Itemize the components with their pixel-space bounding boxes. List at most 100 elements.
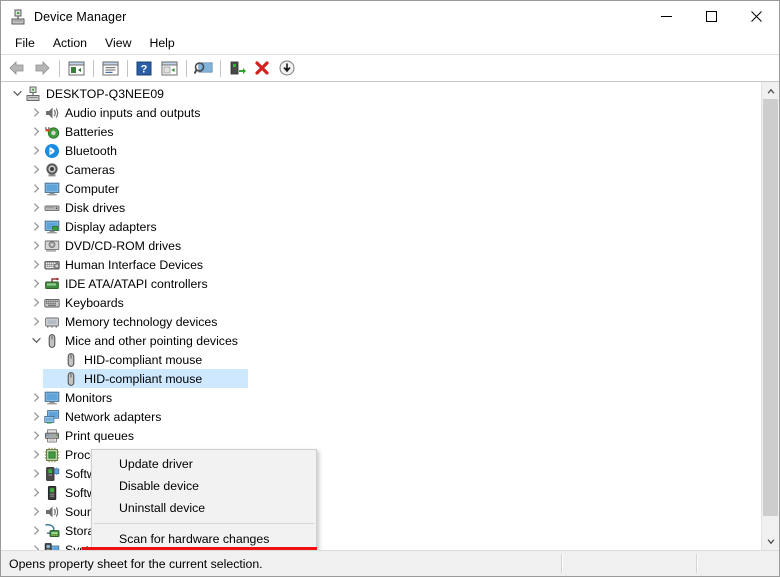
menu-bar: File Action View Help [1,32,779,55]
context-menu-item-disable-device[interactable]: Disable device [92,475,316,497]
mouse-icon [63,352,79,368]
status-divider-1 [561,554,563,573]
mouse-icon [63,371,79,387]
dvd-drive-icon [44,238,60,254]
tree-item-label: Mice and other pointing devices [65,333,238,348]
tree-item[interactable]: Batteries [1,122,761,141]
tree-item-label: Batteries [65,124,114,139]
chevron-right-icon[interactable] [28,146,44,155]
context-menu-item-scan-for-hardware-changes[interactable]: Scan for hardware changes [92,528,316,550]
tree-item[interactable]: Display adapters [1,217,761,236]
chevron-right-icon[interactable] [28,165,44,174]
scrollbar-track[interactable] [762,99,779,533]
tree-item[interactable]: Network adapters [1,407,761,426]
chevron-right-icon[interactable] [28,184,44,193]
chevron-right-icon[interactable] [28,450,44,459]
tree-item[interactable]: Memory technology devices [1,312,761,331]
properties-icon[interactable] [98,57,122,79]
chevron-right-icon[interactable] [28,241,44,250]
tree-item-label: Cameras [65,162,115,177]
chevron-right-icon[interactable] [28,431,44,440]
tree-item[interactable]: HID-compliant mouse [1,369,761,388]
maximize-button[interactable] [689,1,734,32]
tree-item[interactable]: Keyboards [1,293,761,312]
minimize-button[interactable] [644,1,689,32]
status-divider-2 [696,554,698,573]
menu-action[interactable]: Action [44,33,96,53]
chevron-down-icon[interactable] [9,89,25,98]
mouse-icon [44,333,60,349]
tree-item[interactable]: HID-compliant mouse [1,350,761,369]
tree-item[interactable]: Disk drives [1,198,761,217]
battery-icon [44,124,60,140]
chevron-right-icon[interactable] [28,412,44,421]
chevron-right-icon[interactable] [28,393,44,402]
menu-file[interactable]: File [6,33,44,53]
window-title: Device Manager [34,9,127,24]
menu-help[interactable]: Help [140,33,183,53]
tree-item[interactable]: IDE ATA/ATAPI controllers [1,274,761,293]
tree-item[interactable]: DESKTOP-Q3NEE09 [1,84,761,103]
network-adapter-icon [44,409,60,425]
uninstall-device-icon[interactable] [250,57,274,79]
speaker-icon [44,504,60,520]
chevron-right-icon[interactable] [28,108,44,117]
help-icon[interactable]: ? [132,57,156,79]
tree-item-label: Human Interface Devices [65,257,204,272]
chevron-right-icon[interactable] [28,203,44,212]
tree-item[interactable]: Mice and other pointing devices [1,331,761,350]
disable-device-icon[interactable] [275,57,299,79]
tree-item[interactable]: Cameras [1,160,761,179]
menu-view[interactable]: View [96,33,140,53]
chevron-down-icon[interactable] [28,336,44,345]
tree-item-label: HID-compliant mouse [84,352,203,367]
show-hide-console-tree-icon[interactable] [64,57,88,79]
tree-item[interactable]: DVD/CD-ROM drives [1,236,761,255]
chevron-right-icon[interactable] [28,260,44,269]
system-device-icon [44,542,60,550]
forward-arrow-icon[interactable] [30,57,54,79]
vertical-scrollbar[interactable] [761,82,779,550]
context-menu-item-update-driver[interactable]: Update driver [92,453,316,475]
update-driver-icon[interactable] [225,57,249,79]
chevron-right-icon[interactable] [28,279,44,288]
ide-controller-icon [44,276,60,292]
chevron-right-icon[interactable] [28,469,44,478]
back-arrow-icon[interactable] [5,57,29,79]
chevron-right-icon[interactable] [28,222,44,231]
chevron-right-icon[interactable] [28,488,44,497]
monitor-icon [44,181,60,197]
tree-item[interactable]: Audio inputs and outputs [1,103,761,122]
tree-item-label: Print queues [65,428,135,443]
tree-item-label: Memory technology devices [65,314,218,329]
tree-item-label: DESKTOP-Q3NEE09 [46,86,165,101]
tree-item[interactable]: Print queues [1,426,761,445]
tree-item[interactable]: Bluetooth [1,141,761,160]
scrollbar-thumb[interactable] [763,99,778,516]
tree-item-label: Bluetooth [65,143,117,158]
scroll-down-arrow-icon[interactable] [762,533,779,550]
tree-item[interactable]: Monitors [1,388,761,407]
toolbar-separator-2 [93,59,94,77]
storage-controller-icon [44,523,60,539]
context-menu[interactable]: Update driver Disable device Uninstall dev… [91,449,317,550]
context-menu-item-uninstall-device[interactable]: Uninstall device [92,497,316,519]
svg-text:?: ? [141,63,148,75]
speaker-icon [44,105,60,121]
scroll-up-arrow-icon[interactable] [762,82,779,99]
close-button[interactable] [734,1,779,32]
memory-icon [44,314,60,330]
chevron-right-icon[interactable] [28,507,44,516]
scan-for-hardware-changes-icon[interactable] [157,57,181,79]
chevron-right-icon[interactable] [28,317,44,326]
chevron-right-icon[interactable] [28,298,44,307]
disk-drive-icon [44,200,60,216]
software-device-icon [44,485,60,501]
computer-root-icon [25,86,41,102]
tree-item[interactable]: Human Interface Devices [1,255,761,274]
toolbar-separator-5 [220,59,221,77]
chevron-right-icon[interactable] [28,526,44,535]
chevron-right-icon[interactable] [28,127,44,136]
tree-item[interactable]: Computer [1,179,761,198]
display-icon[interactable] [191,57,215,79]
